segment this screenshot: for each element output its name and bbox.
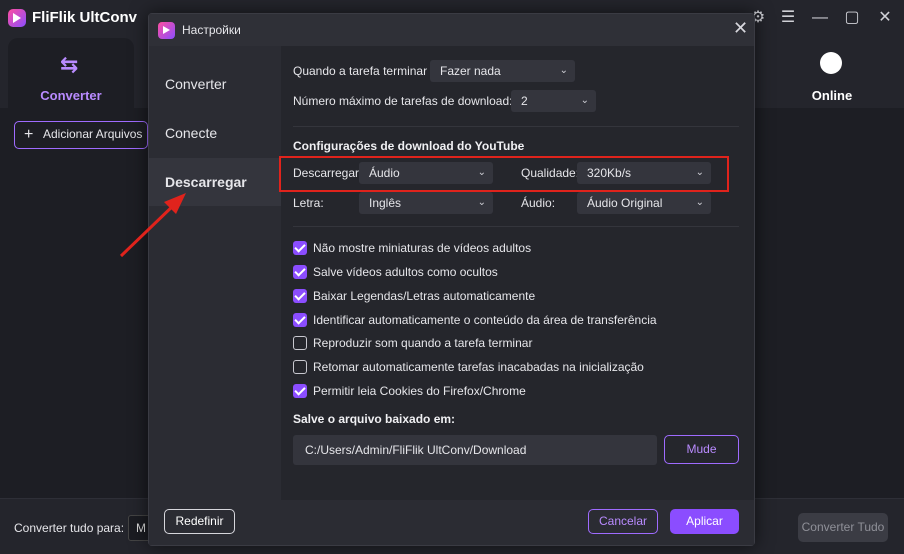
- chevron-down-icon: ⌄: [477, 167, 486, 178]
- max-tasks-select[interactable]: 2 ⌄: [511, 90, 596, 112]
- option-label: Retomar automaticamente tarefas inacabad…: [313, 360, 644, 374]
- option-row[interactable]: Salve vídeos adultos como ocultos: [293, 264, 498, 280]
- option-row[interactable]: Baixar Legendas/Letras automaticamente: [293, 288, 535, 304]
- dialog-title: Настройки: [182, 23, 241, 37]
- dialog-logo-icon: [158, 22, 175, 39]
- chevron-down-icon: ⌄: [695, 197, 704, 208]
- option-label: Identificar automaticamente o conteúdo d…: [313, 313, 657, 327]
- option-row[interactable]: Não mostre miniaturas de vídeos adultos: [293, 240, 531, 256]
- audio-value: Áudio Original: [587, 196, 663, 210]
- reset-button[interactable]: Redefinir: [164, 509, 235, 534]
- dialog-header: Настройки ✕: [149, 14, 754, 46]
- lyrics-label: Letra:: [293, 196, 324, 210]
- when-task-ends-label: Quando a tarefa terminar: [293, 64, 428, 78]
- checkbox-icon[interactable]: [293, 336, 307, 350]
- add-files-label: Adicionar Arquivos: [43, 127, 143, 141]
- when-task-ends-select[interactable]: Fazer nada ⌄: [430, 60, 575, 82]
- download-type-value: Áudio: [369, 166, 400, 180]
- app-title: FliFlik UltConv: [32, 9, 137, 26]
- when-task-ends-value: Fazer nada: [440, 64, 501, 78]
- option-label: Salve vídeos adultos como ocultos: [313, 265, 498, 279]
- globe-icon: [820, 52, 842, 74]
- change-path-button[interactable]: Mude: [664, 435, 739, 464]
- dialog-close-icon[interactable]: ✕: [733, 18, 748, 39]
- quality-value: 320Kb/s: [587, 166, 632, 180]
- convert-all-button[interactable]: Converter Tudo: [798, 513, 888, 542]
- plus-icon: +: [24, 126, 34, 143]
- cancel-button[interactable]: Cancelar: [588, 509, 658, 534]
- tab-converter[interactable]: ⇆ Converter: [8, 38, 134, 108]
- app-logo-icon: [8, 9, 26, 27]
- download-type-label: Descarregar:: [293, 166, 363, 180]
- dialog-footer: Redefinir Cancelar Aplicar: [149, 500, 754, 545]
- option-label: Não mostre miniaturas de vídeos adultos: [313, 241, 532, 255]
- youtube-section-title: Configurações de download do YouTube: [293, 139, 525, 153]
- divider: [293, 226, 739, 227]
- option-row[interactable]: Reproduzir som quando a tarefa terminar: [293, 335, 532, 351]
- tab-online[interactable]: Online: [790, 38, 874, 108]
- minimize-icon[interactable]: —: [808, 6, 832, 30]
- option-row[interactable]: Retomar automaticamente tarefas inacabad…: [293, 359, 644, 375]
- save-location-title: Salve o arquivo baixado em:: [293, 412, 456, 426]
- option-label: Permitir leia Cookies do Firefox/Chrome: [313, 384, 526, 398]
- settings-content: Quando a tarefa terminar Fazer nada ⌄ Nú…: [279, 46, 754, 500]
- quality-select[interactable]: 320Kb/s ⌄: [577, 162, 711, 184]
- checkbox-icon[interactable]: [293, 360, 307, 374]
- option-row[interactable]: Permitir leia Cookies do Firefox/Chrome: [293, 383, 526, 399]
- add-files-button[interactable]: + Adicionar Arquivos: [14, 121, 148, 149]
- quality-label: Qualidade:: [521, 166, 580, 180]
- maximize-icon[interactable]: ▢: [840, 6, 864, 30]
- apply-button[interactable]: Aplicar: [670, 509, 739, 534]
- checkbox-icon[interactable]: [293, 313, 307, 327]
- checkbox-icon[interactable]: [293, 241, 307, 255]
- chevron-down-icon: ⌄: [695, 167, 704, 178]
- checkbox-icon[interactable]: [293, 289, 307, 303]
- max-tasks-label: Número máximo de tarefas de download:: [293, 94, 513, 108]
- menu-icon[interactable]: ☰: [776, 6, 800, 30]
- option-label: Reproduzir som quando a tarefa terminar: [313, 336, 533, 350]
- tab-converter-label: Converter: [40, 88, 102, 103]
- option-row[interactable]: Identificar automaticamente o conteúdo d…: [293, 312, 657, 328]
- max-tasks-value: 2: [521, 94, 528, 108]
- nav-item-connect[interactable]: Conecte: [149, 109, 281, 157]
- nav-item-converter[interactable]: Converter: [149, 60, 281, 108]
- converter-icon: ⇆: [60, 52, 79, 77]
- close-window-icon[interactable]: ✕: [873, 6, 897, 30]
- download-type-select[interactable]: Áudio ⌄: [359, 162, 493, 184]
- checkbox-icon[interactable]: [293, 384, 307, 398]
- tab-online-label: Online: [811, 88, 853, 103]
- audio-label: Áudio:: [521, 196, 556, 210]
- option-label: Baixar Legendas/Letras automaticamente: [313, 289, 536, 303]
- chevron-down-icon: ⌄: [559, 65, 568, 76]
- lyrics-value: Inglês: [369, 196, 402, 210]
- chevron-down-icon: ⌄: [477, 197, 486, 208]
- save-path-field[interactable]: C:/Users/Admin/FliFlik UltConv/Download: [293, 435, 657, 465]
- checkbox-icon[interactable]: [293, 265, 307, 279]
- audio-select[interactable]: Áudio Original ⌄: [577, 192, 711, 214]
- settings-dialog: Настройки ✕ Converter Conecte Descarrega…: [148, 13, 755, 546]
- divider: [293, 126, 739, 127]
- lyrics-select[interactable]: Inglês ⌄: [359, 192, 493, 214]
- settings-nav: Converter Conecte Descarregar: [149, 46, 281, 500]
- chevron-down-icon: ⌄: [580, 95, 589, 106]
- nav-item-download[interactable]: Descarregar: [149, 158, 281, 206]
- convert-all-label: Converter tudo para:: [14, 521, 125, 535]
